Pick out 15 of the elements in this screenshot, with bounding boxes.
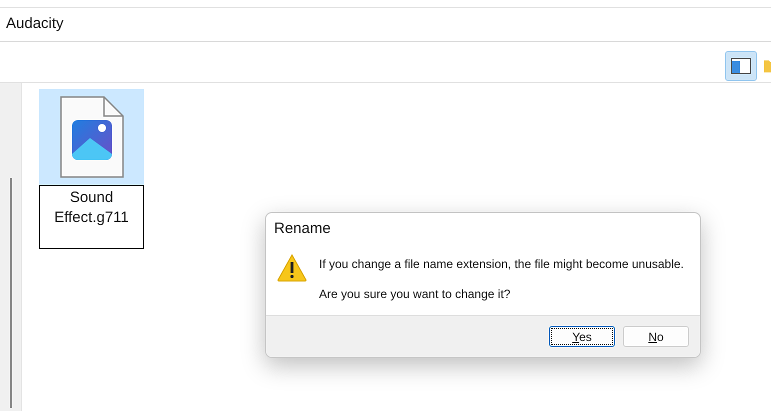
- folder-icon: [764, 58, 771, 74]
- address-bar[interactable]: Audacity: [0, 8, 771, 42]
- file-item[interactable]: Sound Effect.g711: [39, 89, 144, 249]
- dialog-title: Rename: [274, 218, 331, 239]
- scrollbar-thumb[interactable]: [10, 178, 12, 408]
- view-button[interactable]: [725, 51, 757, 81]
- pane-icon: [731, 58, 751, 74]
- dialog-button[interactable]: Yes: [549, 326, 615, 347]
- image-file-icon: [60, 96, 124, 178]
- confirm-question: Are you sure you want to change it?: [319, 286, 512, 303]
- dialog-button[interactable]: No: [623, 326, 689, 347]
- warning-icon: [277, 254, 307, 282]
- warning-message: If you change a file name extension, the file might become unusable.: [319, 256, 684, 273]
- rename-field[interactable]: Sound Effect.g711: [39, 185, 144, 249]
- address-path: Audacity: [6, 14, 64, 34]
